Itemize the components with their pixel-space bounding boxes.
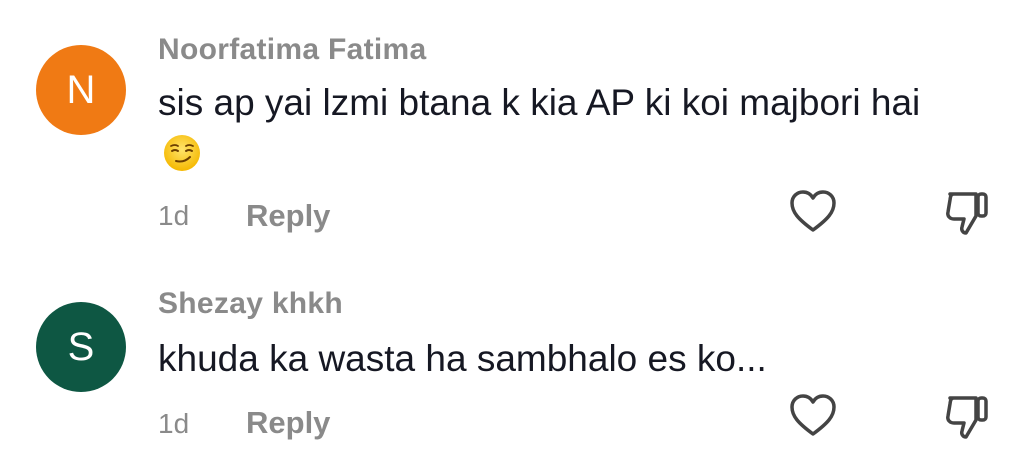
comment-username[interactable]: Shezay khkh	[158, 287, 343, 321]
comments-list: N Noorfatima Fatima sis ap yai lzmi btan…	[0, 0, 1024, 468]
avatar-letter: S	[67, 324, 95, 369]
comment-text-content: khuda ka wasta ha sambhalo es ko...	[158, 338, 767, 379]
avatar[interactable]: S	[36, 302, 126, 392]
thumbs-down-outline-icon[interactable]	[942, 392, 992, 442]
reply-button[interactable]: Reply	[246, 405, 330, 441]
heart-outline-icon[interactable]	[788, 392, 838, 438]
comment-text: khuda ka wasta ha sambhalo es ko...	[158, 333, 958, 385]
comment-item: S Shezay khkh khuda ka wasta ha sambhalo…	[0, 0, 1024, 468]
comment-timestamp: 1d	[158, 408, 190, 439]
